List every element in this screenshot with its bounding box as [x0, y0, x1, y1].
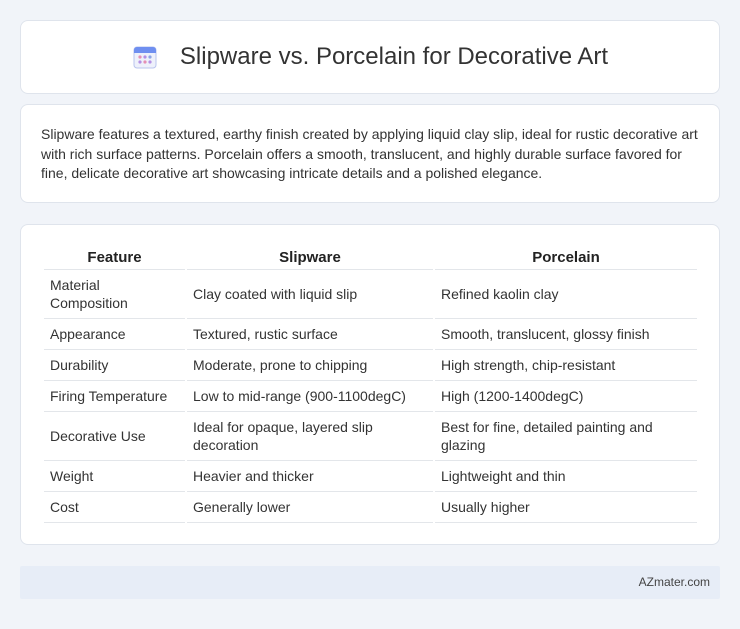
footer: AZmater.com — [20, 566, 720, 599]
feature-cell: Decorative Use — [44, 412, 185, 461]
table-header-row: Feature Slipware Porcelain — [44, 245, 697, 270]
porcelain-cell: Lightweight and thin — [435, 461, 697, 492]
comparison-table: Feature Slipware Porcelain Material Comp… — [42, 245, 699, 523]
feature-cell: Cost — [44, 492, 185, 523]
column-header-porcelain: Porcelain — [435, 245, 697, 270]
porcelain-cell: Smooth, translucent, glossy finish — [435, 319, 697, 350]
comparison-table-card: Feature Slipware Porcelain Material Comp… — [20, 224, 720, 545]
feature-cell: Weight — [44, 461, 185, 492]
slipware-cell: Low to mid-range (900-1100degC) — [187, 381, 433, 412]
table-row: Weight Heavier and thicker Lightweight a… — [44, 461, 697, 492]
porcelain-cell: High strength, chip-resistant — [435, 350, 697, 381]
table-row: Durability Moderate, prone to chipping H… — [44, 350, 697, 381]
page-title: Slipware vs. Porcelain for Decorative Ar… — [179, 43, 609, 70]
summary-text: Slipware features a textured, earthy fin… — [41, 126, 698, 181]
column-header-feature: Feature — [44, 245, 185, 270]
porcelain-cell: Best for fine, detailed painting and gla… — [435, 412, 697, 461]
feature-cell: Durability — [44, 350, 185, 381]
feature-cell: Firing Temperature — [44, 381, 185, 412]
table-row: Material Composition Clay coated with li… — [44, 270, 697, 319]
column-header-slipware: Slipware — [187, 245, 433, 270]
table-row: Firing Temperature Low to mid-range (900… — [44, 381, 697, 412]
feature-cell: Appearance — [44, 319, 185, 350]
table-row: Decorative Use Ideal for opaque, layered… — [44, 412, 697, 461]
feature-cell: Material Composition — [44, 270, 185, 319]
slipware-cell: Textured, rustic surface — [187, 319, 433, 350]
table-row: Cost Generally lower Usually higher — [44, 492, 697, 523]
porcelain-cell: Usually higher — [435, 492, 697, 523]
table-row: Appearance Textured, rustic surface Smoo… — [44, 319, 697, 350]
slipware-cell: Ideal for opaque, layered slip decoratio… — [187, 412, 433, 461]
slipware-cell: Clay coated with liquid slip — [187, 270, 433, 319]
slipware-cell: Generally lower — [187, 492, 433, 523]
footer-site-link[interactable]: AZmater.com — [639, 575, 710, 589]
summary-card: Slipware features a textured, earthy fin… — [20, 104, 720, 203]
header-card: Slipware vs. Porcelain for Decorative Ar… — [20, 20, 720, 94]
porcelain-cell: High (1200-1400degC) — [435, 381, 697, 412]
calendar-icon — [132, 44, 158, 70]
porcelain-cell: Refined kaolin clay — [435, 270, 697, 319]
slipware-cell: Moderate, prone to chipping — [187, 350, 433, 381]
slipware-cell: Heavier and thicker — [187, 461, 433, 492]
